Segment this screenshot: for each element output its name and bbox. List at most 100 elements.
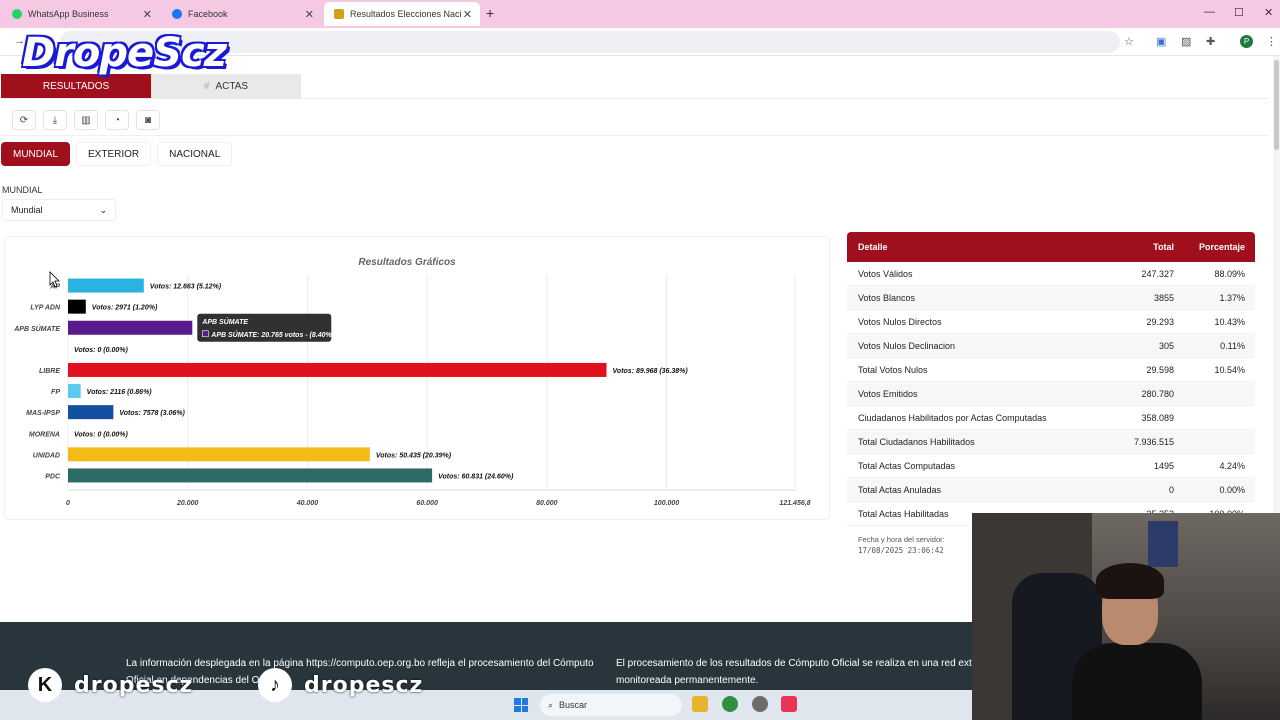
data-label: Votos: 50.435 (20.39%) bbox=[376, 452, 452, 459]
whatsapp-icon bbox=[12, 9, 22, 19]
server-time-label: Fecha y hora del servidor: bbox=[858, 535, 945, 544]
row-total: 7.936.515 bbox=[1133, 436, 1174, 447]
row-percent: 0.11% bbox=[1220, 340, 1245, 351]
hash-icon: # bbox=[203, 80, 210, 92]
exterior-button[interactable]: EXTERIOR bbox=[76, 142, 152, 166]
app-icon[interactable] bbox=[752, 696, 768, 712]
data-label: Votos: 2116 (0.86%) bbox=[87, 389, 153, 396]
x-tick-label: 0 bbox=[66, 500, 70, 507]
bar-chart-icon: ▥ bbox=[81, 114, 91, 126]
close-icon[interactable]: ✕ bbox=[143, 8, 152, 21]
mundial-button[interactable]: MUNDIAL bbox=[1, 142, 71, 166]
search-icon: ⌕ bbox=[548, 699, 554, 710]
row-total: 280.780 bbox=[1141, 388, 1174, 399]
bar[interactable] bbox=[68, 299, 86, 314]
minimize-button[interactable]: — bbox=[1204, 6, 1215, 18]
table-row: Total Ciudadanos Habilitados 7.936.515 bbox=[847, 430, 1255, 454]
row-percent: 10.54% bbox=[1214, 364, 1245, 375]
nacional-button[interactable]: NACIONAL bbox=[157, 142, 233, 166]
bar[interactable] bbox=[68, 278, 144, 293]
data-label: Votos: 0 (0.00%) bbox=[74, 431, 128, 438]
bar[interactable] bbox=[68, 468, 433, 483]
tiktok-icon: ♪ bbox=[258, 668, 292, 702]
maximize-button[interactable]: ☐ bbox=[1234, 6, 1244, 19]
close-window-button[interactable]: ✕ bbox=[1264, 6, 1273, 19]
camera-button[interactable]: ◙ bbox=[136, 110, 160, 130]
download-button[interactable]: ⤓ bbox=[43, 110, 67, 130]
row-label: Total Actas Computadas bbox=[858, 460, 956, 471]
category-label: UNIDAD bbox=[33, 452, 60, 459]
tab-title: Resultados Elecciones Nacional bbox=[350, 9, 462, 19]
menu-icon[interactable]: ⋮ bbox=[1266, 35, 1277, 48]
bar[interactable] bbox=[68, 384, 81, 399]
bar[interactable] bbox=[68, 320, 193, 335]
bar[interactable] bbox=[68, 362, 607, 377]
kick-watermark: K dropescz bbox=[28, 668, 193, 702]
x-tick-label: 40.000 bbox=[296, 500, 319, 507]
tab-label: RESULTADOS bbox=[42, 80, 110, 92]
tiktok-watermark: ♪ dropescz bbox=[258, 668, 423, 702]
taskbar-search[interactable]: ⌕ Buscar bbox=[540, 694, 682, 716]
scope-selector: MUNDIAL EXTERIOR NACIONAL bbox=[1, 142, 233, 166]
table-row: Votos Blancos 3855 1.37% bbox=[847, 286, 1255, 310]
row-percent: 0.00% bbox=[1219, 484, 1245, 495]
new-tab-button[interactable]: + bbox=[486, 5, 494, 21]
table-row: Total Votos Nulos 29.598 10.54% bbox=[847, 358, 1255, 382]
profile-avatar[interactable]: P bbox=[1240, 35, 1253, 48]
tab-resultados-page[interactable]: RESULTADOS bbox=[1, 74, 151, 98]
row-total: 358.089 bbox=[1141, 412, 1174, 423]
bar[interactable] bbox=[68, 447, 370, 462]
category-label: LYP ADN bbox=[30, 305, 61, 312]
results-chart-card: Resultados Gráficos 0 20.000 40.000 60.000 80… bbox=[4, 236, 830, 520]
select-value: Mundial bbox=[11, 205, 43, 215]
tab-facebook[interactable]: Facebook ✕ bbox=[162, 2, 322, 26]
row-label: Total Votos Nulos bbox=[858, 364, 928, 375]
refresh-icon: ⟳ bbox=[19, 114, 29, 126]
pie-chart-icon: ◔ bbox=[113, 114, 121, 126]
close-icon[interactable]: ✕ bbox=[305, 8, 314, 21]
file-explorer-icon[interactable] bbox=[692, 696, 708, 712]
tab-resultados[interactable]: Resultados Elecciones Nacional ✕ bbox=[324, 2, 480, 26]
row-label: Votos Blancos bbox=[858, 292, 916, 303]
x-tick-label: 60.000 bbox=[416, 500, 438, 507]
results-bar-chart[interactable]: Resultados Gráficos 0 20.000 40.000 60.000 80… bbox=[5, 237, 831, 521]
tiktok-app-icon[interactable] bbox=[781, 696, 797, 712]
close-icon[interactable]: ✕ bbox=[463, 8, 472, 21]
row-label: Total Actas Anuladas bbox=[858, 484, 942, 495]
extensions-icon[interactable]: ✚ bbox=[1206, 35, 1215, 48]
image-icon[interactable]: ▨ bbox=[1181, 35, 1191, 48]
scrollbar-thumb[interactable] bbox=[1274, 60, 1279, 150]
row-percent: 1.37% bbox=[1219, 292, 1245, 303]
row-percent: 4.24% bbox=[1219, 460, 1245, 471]
star-icon[interactable]: ☆ bbox=[1124, 35, 1134, 48]
tab-actas[interactable]: # ACTAS bbox=[151, 74, 301, 98]
x-tick-label: 80.000 bbox=[536, 500, 558, 507]
windows-start-icon[interactable] bbox=[514, 698, 528, 712]
region-select[interactable]: Mundial ⌄ bbox=[2, 199, 116, 221]
chrome-icon[interactable] bbox=[722, 696, 738, 712]
tab-title: WhatsApp Business bbox=[28, 9, 109, 19]
table-row: Total Actas Anuladas 0 0.00% bbox=[847, 478, 1255, 502]
chevron-down-icon: ⌄ bbox=[99, 204, 107, 215]
tab-whatsapp[interactable]: WhatsApp Business ✕ bbox=[2, 2, 160, 26]
search-label: Buscar bbox=[559, 700, 588, 710]
data-label: Votos: 2971 (1.20%) bbox=[92, 305, 158, 312]
table-row: Ciudadanos Habilitados por Actas Computa… bbox=[847, 406, 1255, 430]
tab-label: ACTAS bbox=[215, 80, 249, 92]
translate-icon[interactable]: ▣ bbox=[1156, 35, 1166, 48]
bar[interactable] bbox=[68, 405, 114, 420]
pie-chart-button[interactable]: ◔ bbox=[105, 110, 129, 130]
dropescz-logo: DropeScz bbox=[22, 30, 227, 76]
table-row: Votos Nulos Directos 29.293 10.43% bbox=[847, 310, 1255, 334]
row-label: Votos Válidos bbox=[858, 268, 913, 279]
data-label: Votos: 60.831 (24.60%) bbox=[438, 473, 514, 480]
kick-icon: K bbox=[28, 668, 62, 702]
row-label: Votos Nulos Directos bbox=[858, 316, 942, 327]
header-total: Total bbox=[1153, 242, 1174, 252]
webcam-overlay bbox=[972, 513, 1280, 720]
watermark-text: dropescz bbox=[304, 672, 424, 698]
refresh-button[interactable]: ⟳ bbox=[12, 110, 36, 130]
facebook-icon bbox=[172, 9, 182, 19]
table-row: Votos Emitidos 280.780 bbox=[847, 382, 1255, 406]
bar-chart-button[interactable]: ▥ bbox=[74, 110, 98, 130]
